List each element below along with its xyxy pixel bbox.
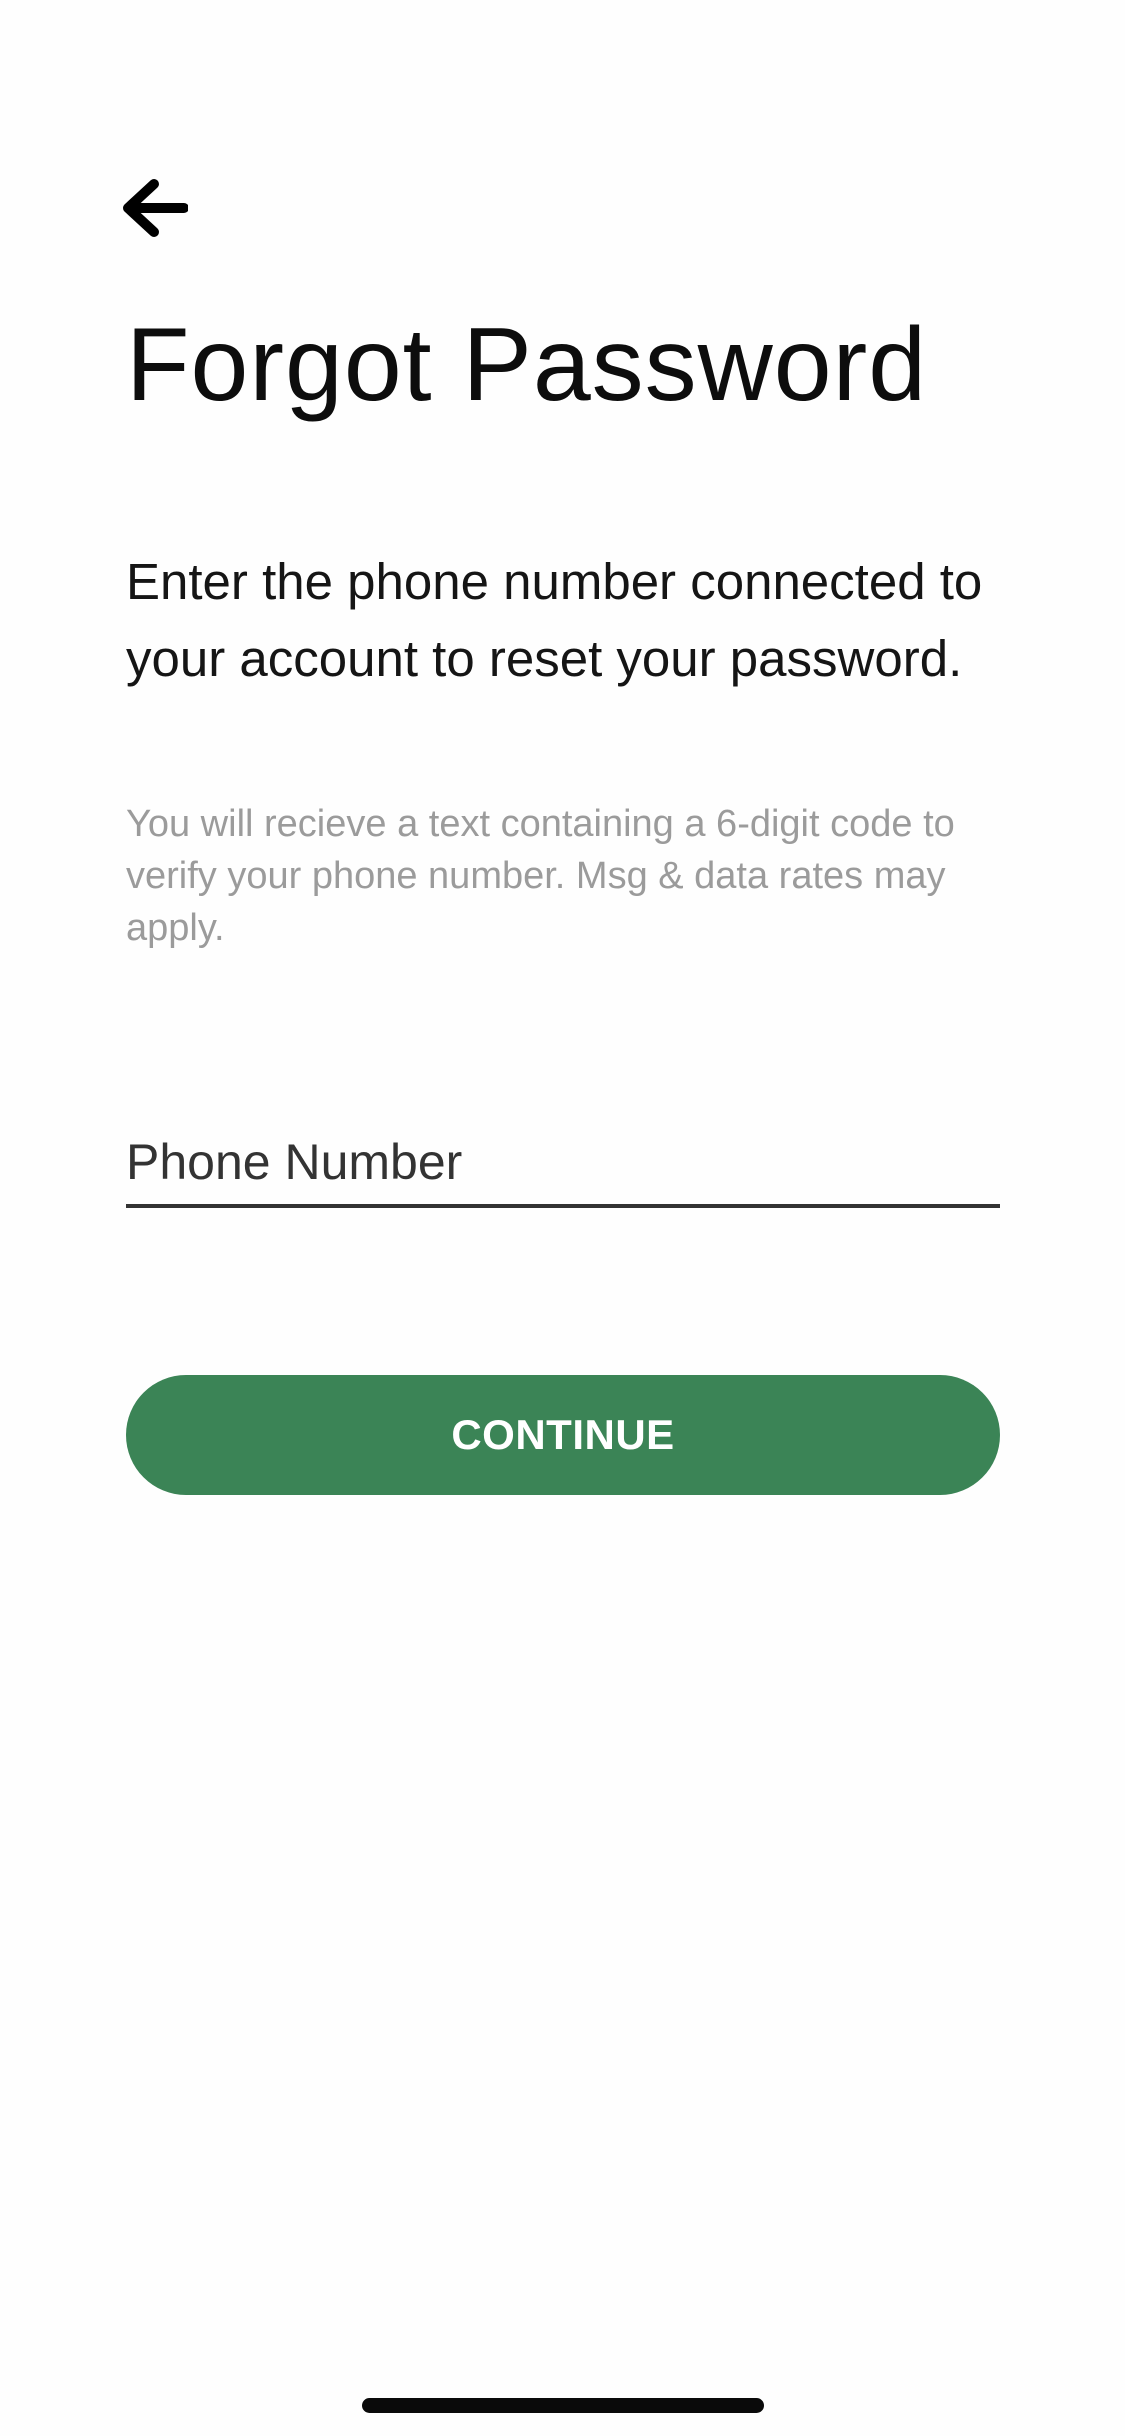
back-button[interactable] <box>120 168 200 248</box>
continue-button[interactable]: CONTINUE <box>126 1375 1000 1495</box>
instructions-text: Enter the phone number connected to your… <box>126 553 983 687</box>
disclaimer-text: You will recieve a text containing a 6-d… <box>126 803 955 949</box>
home-indicator <box>362 2398 764 2413</box>
arrow-left-icon <box>120 178 188 238</box>
page-title: Forgot Password <box>126 307 928 423</box>
phone-number-input[interactable] <box>126 1120 1000 1208</box>
